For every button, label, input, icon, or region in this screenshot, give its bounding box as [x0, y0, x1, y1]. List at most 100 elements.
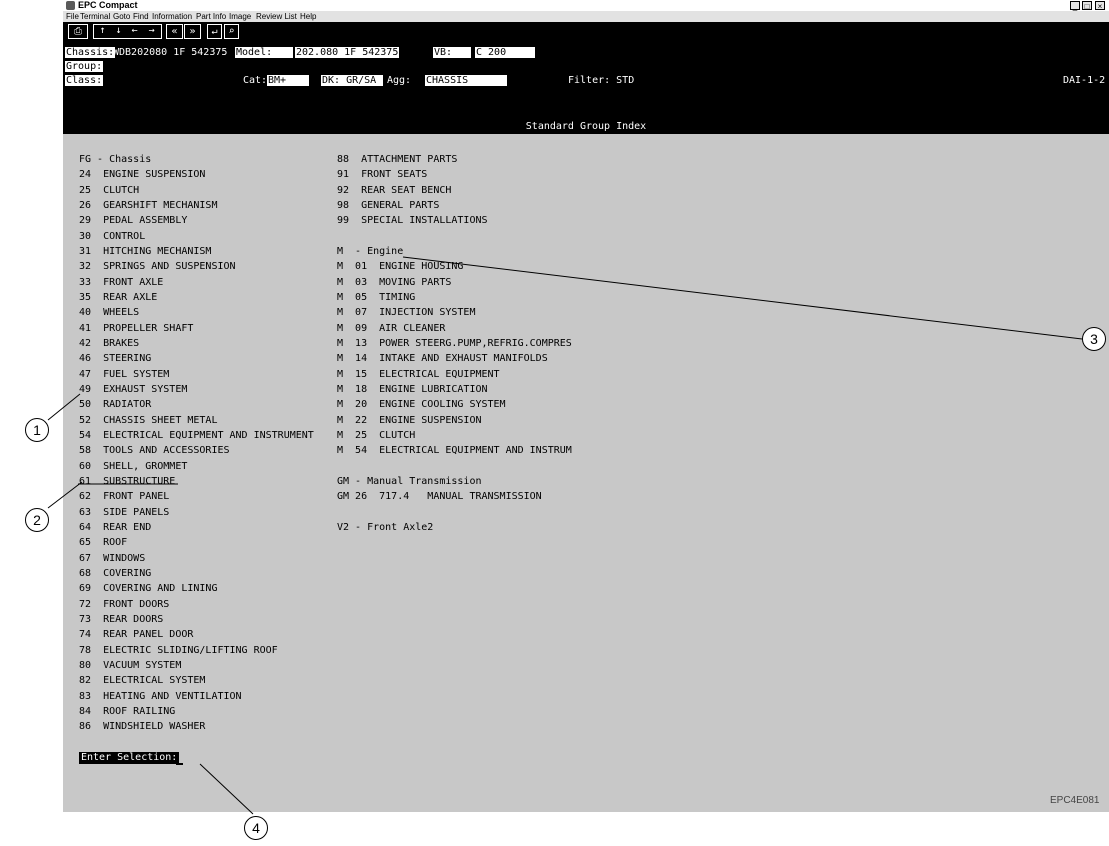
group-list-item[interactable]: 80 VACUUM SYSTEM — [79, 660, 181, 671]
engine-group-item[interactable]: M 20 ENGINE COOLING SYSTEM — [337, 399, 506, 410]
arrow-up-icon[interactable]: ↑ — [95, 24, 110, 39]
enter-icon[interactable]: ↵ — [207, 24, 222, 39]
minimize-button[interactable]: _ — [1070, 1, 1080, 11]
page-back-icon[interactable]: « — [166, 24, 183, 39]
group-list-item[interactable]: 29 PEDAL ASSEMBLY — [79, 215, 187, 226]
chassis-value: WDB202080 1F 542375 — [113, 47, 228, 58]
group-list-item[interactable]: 49 EXHAUST SYSTEM — [79, 384, 187, 395]
group-list-item[interactable]: 99 SPECIAL INSTALLATIONS — [337, 215, 488, 226]
group-list-item[interactable]: 30 CONTROL — [79, 231, 145, 242]
menu-information[interactable]: Information — [152, 11, 192, 22]
cat-value: BM+ — [267, 75, 309, 86]
group-list-item[interactable]: 63 SIDE PANELS — [79, 507, 169, 518]
arrow-left-icon[interactable]: ← — [127, 24, 142, 39]
search-icon[interactable]: ⌕ — [224, 24, 239, 39]
dk-label: DK: GR/SA — [321, 75, 383, 86]
group-list-item[interactable]: 91 FRONT SEATS — [337, 169, 427, 180]
group-list-item[interactable]: 47 FUEL SYSTEM — [79, 369, 169, 380]
engine-group-item[interactable]: M 22 ENGINE SUSPENSION — [337, 415, 482, 426]
group-list-item[interactable]: 67 WINDOWS — [79, 553, 145, 564]
menu-review-list[interactable]: Review List — [256, 11, 297, 22]
close-button[interactable]: × — [1095, 1, 1105, 11]
agg-label: Agg: — [387, 75, 412, 86]
engine-group-item[interactable]: M - Engine — [337, 246, 403, 257]
arrow-down-icon[interactable]: ↓ — [111, 24, 126, 39]
group-list-item[interactable]: 31 HITCHING MECHANISM — [79, 246, 211, 257]
group-list-item[interactable]: 62 FRONT PANEL — [79, 491, 169, 502]
engine-group-item[interactable]: M 13 POWER STEERG.PUMP,REFRIG.COMPRES — [337, 338, 572, 349]
group-list-item[interactable]: 88 ATTACHMENT PARTS — [337, 154, 457, 165]
group-list-item[interactable]: 50 RADIATOR — [79, 399, 151, 410]
model-value: 202.080 1F 542375 — [295, 47, 400, 58]
group-list-item[interactable]: 52 CHASSIS SHEET METAL — [79, 415, 217, 426]
engine-group-item[interactable]: M 09 AIR CLEANER — [337, 323, 445, 334]
filter-label: Filter: STD — [568, 75, 635, 86]
model-label: Model: — [235, 47, 293, 58]
engine-group-item[interactable]: M 07 INJECTION SYSTEM — [337, 307, 475, 318]
group-list-item[interactable]: FG - Chassis — [79, 154, 151, 165]
callout-4: 4 — [244, 816, 268, 840]
engine-group-item[interactable]: M 05 TIMING — [337, 292, 415, 303]
menu-image[interactable]: Image — [229, 11, 251, 22]
menu-goto[interactable]: Goto — [113, 11, 130, 22]
group-list-item[interactable]: 58 TOOLS AND ACCESSORIES — [79, 445, 230, 456]
group-list-item[interactable]: 35 REAR AXLE — [79, 292, 157, 303]
page-forward-icon[interactable]: » — [184, 24, 201, 39]
group-list-item[interactable]: 41 PROPELLER SHAFT — [79, 323, 193, 334]
engine-group-item[interactable]: M 01 ENGINE HOUSING — [337, 261, 463, 272]
engine-group-item[interactable]: M 25 CLUTCH — [337, 430, 415, 441]
class-label: Class: — [65, 75, 104, 86]
group-list-item[interactable]: 78 ELECTRIC SLIDING/LIFTING ROOF — [79, 645, 278, 656]
menu-find[interactable]: Find — [133, 11, 149, 22]
chassis-label: Chassis: — [65, 47, 116, 58]
group-list-item[interactable]: 32 SPRINGS AND SUSPENSION — [79, 261, 236, 272]
engine-group-item[interactable]: M 15 ELECTRICAL EQUIPMENT — [337, 369, 500, 380]
engine-group-item[interactable]: M 03 MOVING PARTS — [337, 277, 451, 288]
group-list-item[interactable]: 65 ROOF — [79, 537, 127, 548]
group-list-item[interactable]: 69 COVERING AND LINING — [79, 583, 217, 594]
callout-1: 1 — [25, 418, 49, 442]
maximize-button[interactable]: □ — [1082, 1, 1092, 11]
front-axle-group-item[interactable]: V2 - Front Axle2 — [337, 522, 433, 533]
group-list-item[interactable]: 64 REAR END — [79, 522, 151, 533]
group-list-item[interactable]: 25 CLUTCH — [79, 185, 139, 196]
engine-group-item[interactable]: M 18 ENGINE LUBRICATION — [337, 384, 488, 395]
group-list-item[interactable]: 42 BRAKES — [79, 338, 139, 349]
group-list-item[interactable]: 86 WINDSHIELD WASHER — [79, 721, 205, 732]
group-list-item[interactable]: 72 FRONT DOORS — [79, 599, 169, 610]
group-list-item[interactable]: 82 ELECTRICAL SYSTEM — [79, 675, 205, 686]
transmission-group-item[interactable]: GM 26 717.4 MANUAL TRANSMISSION — [337, 491, 542, 502]
group-list-item[interactable]: 74 REAR PANEL DOOR — [79, 629, 193, 640]
menu-terminal[interactable]: Terminal — [80, 11, 110, 22]
group-list-item[interactable]: 83 HEATING AND VENTILATION — [79, 691, 242, 702]
group-list-item[interactable]: 98 GENERAL PARTS — [337, 200, 439, 211]
input-cursor[interactable] — [176, 763, 183, 765]
menu-part-info[interactable]: Part Info — [196, 11, 226, 22]
transmission-group-item[interactable]: GM - Manual Transmission — [337, 476, 482, 487]
toolbar: ⎙ ↑ ↓ ← → « » ↵ ⌕ — [63, 22, 1109, 42]
engine-group-item[interactable]: M 14 INTAKE AND EXHAUST MANIFOLDS — [337, 353, 548, 364]
group-list-item[interactable]: 84 ROOF RAILING — [79, 706, 175, 717]
group-list-item[interactable]: 33 FRONT AXLE — [79, 277, 163, 288]
group-list-item[interactable]: 40 WHEELS — [79, 307, 139, 318]
group-list-item[interactable]: 24 ENGINE SUSPENSION — [79, 169, 205, 180]
group-list-item[interactable]: 61 SUBSTRUCTURE — [79, 476, 175, 487]
menu-file[interactable]: File — [66, 11, 79, 22]
group-list-item[interactable]: 68 COVERING — [79, 568, 151, 579]
group-list-item[interactable]: 54 ELECTRICAL EQUIPMENT AND INSTRUMENT — [79, 430, 314, 441]
section-title-bar: Standard Group Index — [63, 119, 1109, 134]
engine-group-item[interactable]: M 54 ELECTRICAL EQUIPMENT AND INSTRUM — [337, 445, 572, 456]
group-list-item[interactable]: 26 GEARSHIFT MECHANISM — [79, 200, 217, 211]
enter-selection-prompt[interactable]: Enter Selection: — [79, 752, 180, 764]
group-list-item[interactable]: 46 STEERING — [79, 353, 151, 364]
group-list-item[interactable]: 60 SHELL, GROMMET — [79, 461, 187, 472]
arrow-right-icon[interactable]: → — [144, 24, 159, 39]
menu-help[interactable]: Help — [300, 11, 316, 22]
group-list-item[interactable]: 73 REAR DOORS — [79, 614, 163, 625]
print-icon[interactable]: ⎙ — [68, 24, 88, 39]
callout-2: 2 — [25, 508, 49, 532]
agg-value: CHASSIS — [425, 75, 507, 86]
vb-label: VB: — [433, 47, 471, 58]
title-bar: EPC Compact _ □ × — [63, 0, 1109, 11]
group-list-item[interactable]: 92 REAR SEAT BENCH — [337, 185, 451, 196]
